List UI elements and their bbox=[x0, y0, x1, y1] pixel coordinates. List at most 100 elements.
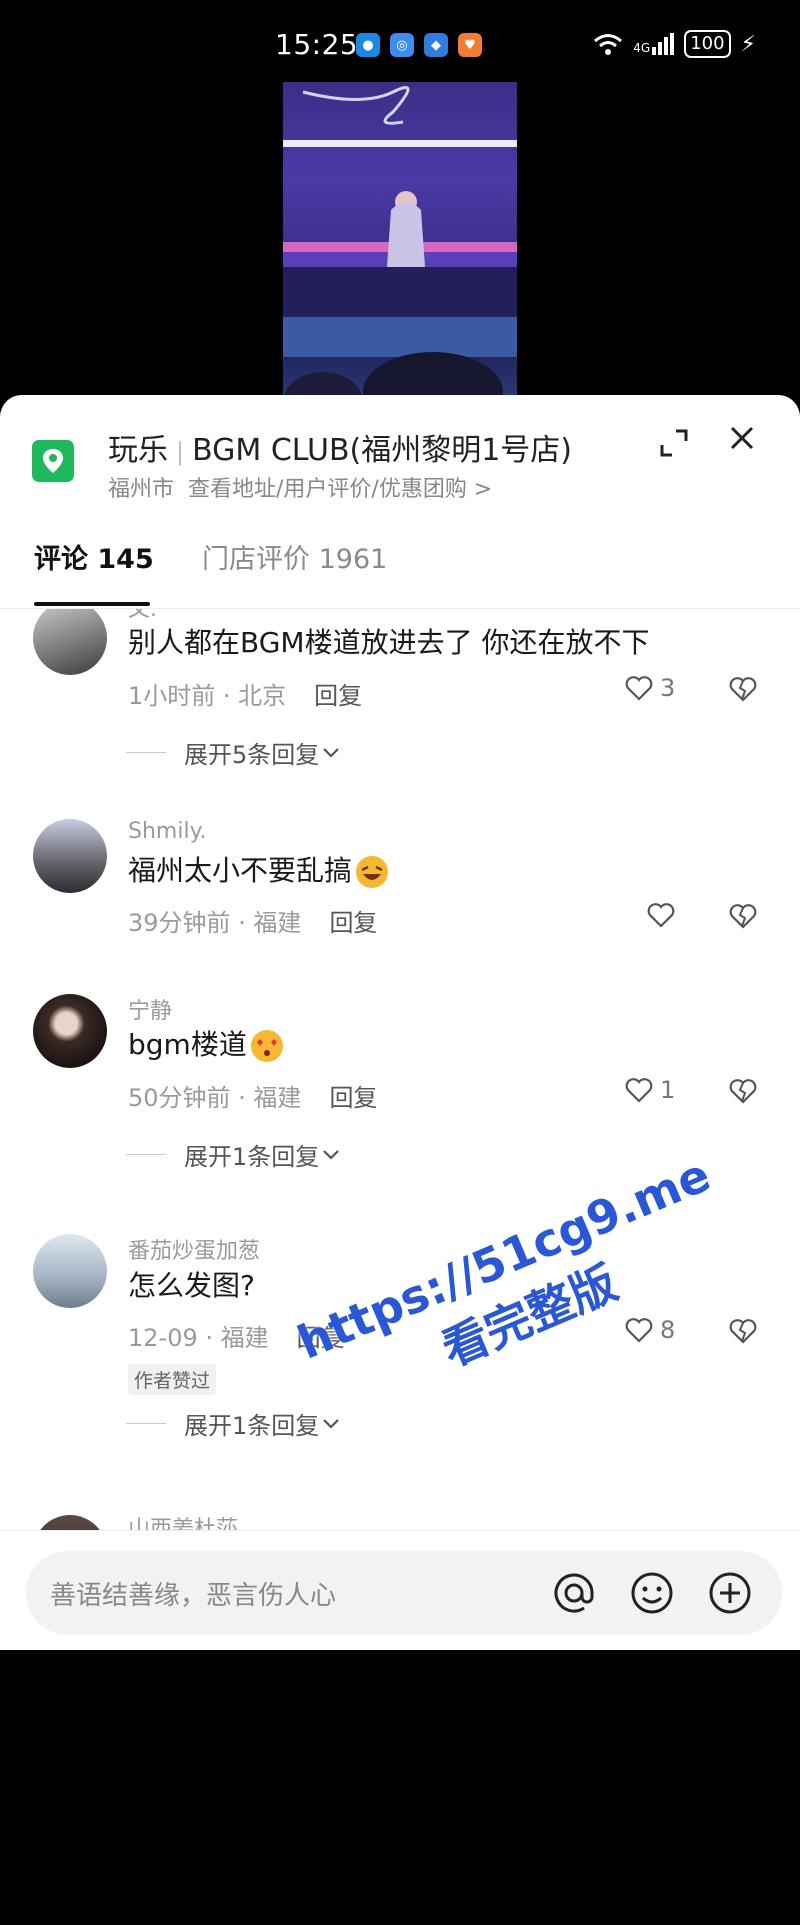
battery-indicator: 100 bbox=[684, 30, 731, 58]
comment-username[interactable]: 宁静 bbox=[128, 993, 172, 1025]
dislike-button[interactable] bbox=[728, 1317, 758, 1349]
tab-comments[interactable]: 评论 145 bbox=[34, 537, 154, 576]
signal-4g-icon: 4G bbox=[633, 33, 675, 55]
avatar[interactable] bbox=[33, 994, 107, 1068]
location-name: BGM CLUB(福州黎明1号店) bbox=[192, 433, 573, 468]
add-attachment-button[interactable] bbox=[706, 1569, 754, 1617]
status-bar: 15:25 ● ◎ ◆ ♥ 4G 100 ⚡ bbox=[0, 0, 800, 82]
heart-icon bbox=[625, 1078, 653, 1103]
smiley-icon bbox=[631, 1572, 673, 1614]
reply-button[interactable]: 回复 bbox=[329, 1084, 377, 1112]
author-liked-badge: 作者赞过 bbox=[128, 1364, 217, 1395]
avatar[interactable] bbox=[33, 819, 107, 893]
broken-heart-icon bbox=[729, 1319, 757, 1344]
heart-icon bbox=[625, 1318, 653, 1343]
like-button[interactable]: 8 bbox=[624, 1316, 675, 1344]
comment-text-content: 福州太小不要乱搞 bbox=[128, 854, 353, 887]
close-button[interactable] bbox=[724, 423, 760, 459]
chevron-down-icon bbox=[323, 1418, 340, 1429]
expand-replies-label: 展开1条回复 bbox=[184, 1143, 320, 1171]
plus-circle-icon bbox=[709, 1572, 751, 1614]
comment-text: bgm楼道 bbox=[128, 1023, 285, 1064]
location-title[interactable]: 玩乐 | BGM CLUB(福州黎明1号店) bbox=[108, 425, 572, 469]
comment-time: 50分钟前 · 福建 bbox=[128, 1084, 302, 1112]
broken-heart-icon bbox=[729, 904, 757, 929]
fullscreen-button[interactable] bbox=[656, 425, 692, 461]
comment-list[interactable]: 文. 别人都在BGM楼道放进去了 你还在放不下 1小时前 · 北京 回复 3 展开… bbox=[0, 609, 800, 1925]
status-time: 15:25 bbox=[275, 28, 359, 61]
expand-replies-label: 展开5条回复 bbox=[184, 741, 320, 769]
expand-icon bbox=[660, 429, 688, 457]
emoji-button[interactable] bbox=[628, 1569, 676, 1617]
comment-input-bar: 善语结善缘，恶言伤人心 bbox=[0, 1530, 800, 1650]
comment-text: 别人都在BGM楼道放进去了 你还在放不下 bbox=[128, 626, 650, 659]
comment-time: 12-09 · 福建 bbox=[128, 1324, 269, 1352]
charging-icon: ⚡ bbox=[740, 31, 756, 57]
dislike-button[interactable] bbox=[728, 1077, 758, 1109]
video-preview[interactable] bbox=[0, 82, 800, 400]
broken-heart-icon bbox=[729, 1079, 757, 1104]
message-app-icon: ● bbox=[356, 33, 380, 57]
cast-app-icon: ◎ bbox=[390, 33, 414, 57]
comment-username[interactable]: Shmily. bbox=[128, 819, 206, 844]
comment-meta: 39分钟前 · 福建 回复 bbox=[128, 903, 377, 938]
like-button[interactable]: 1 bbox=[624, 1076, 675, 1104]
title-separator: | bbox=[176, 438, 185, 466]
avatar[interactable] bbox=[33, 1234, 107, 1308]
dislike-button[interactable] bbox=[728, 675, 758, 707]
comment-time: 1小时前 · 北京 bbox=[128, 682, 287, 710]
comment-text: 怎么发图? bbox=[128, 1269, 255, 1302]
comment-text-content: bgm楼道 bbox=[128, 1028, 247, 1061]
wifi-icon bbox=[594, 34, 623, 55]
browser-app-icon: ◆ bbox=[424, 33, 448, 57]
expand-line bbox=[126, 1423, 166, 1424]
network-type: 4G bbox=[633, 41, 651, 55]
like-button[interactable]: 3 bbox=[624, 674, 675, 702]
heart-icon bbox=[625, 676, 653, 701]
tab-store-reviews[interactable]: 门店评价 1961 bbox=[202, 537, 387, 576]
location-city: 福州市 bbox=[108, 477, 175, 502]
comment-input[interactable]: 善语结善缘，恶言伤人心 bbox=[26, 1551, 782, 1635]
heart-eyes-emoji-icon bbox=[250, 1030, 283, 1062]
comment-meta: 1小时前 · 北京 回复 bbox=[128, 676, 362, 711]
status-app-icons: ● ◎ ◆ ♥ bbox=[356, 33, 482, 57]
like-count: 8 bbox=[660, 1316, 676, 1344]
like-count: 1 bbox=[660, 1076, 676, 1104]
comment-text: 福州太小不要乱搞 bbox=[128, 849, 390, 890]
comment-sheet: 玩乐 | BGM CLUB(福州黎明1号店) 福州市 查看地址/用户评价/优惠团购 … bbox=[0, 395, 800, 1649]
like-button[interactable] bbox=[646, 901, 676, 929]
chevron-down-icon bbox=[323, 1149, 340, 1160]
avatar[interactable] bbox=[33, 609, 107, 675]
concert-stage-image bbox=[283, 86, 517, 400]
comment-input-placeholder: 善语结善缘，恶言伤人心 bbox=[50, 1581, 337, 1611]
location-link[interactable]: 查看地址/用户评价/优惠团购 > bbox=[188, 477, 492, 502]
expand-line bbox=[126, 1154, 166, 1155]
laughing-emoji-icon bbox=[356, 856, 389, 888]
mention-button[interactable] bbox=[550, 1569, 598, 1617]
status-indicators: 4G 100 ⚡ bbox=[593, 30, 756, 58]
location-pin-icon bbox=[32, 440, 74, 482]
video-frame[interactable] bbox=[283, 82, 517, 400]
heart-icon bbox=[647, 903, 675, 928]
dislike-button[interactable] bbox=[728, 902, 758, 934]
expand-replies[interactable]: 展开1条回复 bbox=[126, 1406, 343, 1441]
location-subtitle[interactable]: 福州市 查看地址/用户评价/优惠团购 > bbox=[108, 471, 492, 503]
comment-meta: 12-09 · 福建 回复 bbox=[128, 1318, 345, 1353]
expand-replies[interactable]: 展开5条回复 bbox=[126, 735, 343, 770]
chevron-down-icon bbox=[323, 747, 340, 758]
health-app-icon: ♥ bbox=[458, 33, 482, 57]
comment-username[interactable]: 番茄炒蛋加葱 bbox=[128, 1233, 260, 1265]
active-tab-indicator bbox=[34, 602, 150, 606]
broken-heart-icon bbox=[729, 677, 757, 702]
at-sign-icon bbox=[554, 1573, 594, 1613]
reply-button[interactable]: 回复 bbox=[314, 682, 362, 710]
reply-button[interactable]: 回复 bbox=[297, 1324, 345, 1352]
reply-button[interactable]: 回复 bbox=[329, 909, 377, 937]
expand-replies[interactable]: 展开1条回复 bbox=[126, 1137, 343, 1172]
comment-meta: 50分钟前 · 福建 回复 bbox=[128, 1078, 377, 1113]
like-count: 3 bbox=[660, 674, 676, 702]
comment-time: 39分钟前 · 福建 bbox=[128, 909, 302, 937]
location-category: 玩乐 bbox=[108, 433, 168, 468]
close-icon bbox=[730, 426, 754, 450]
expand-line bbox=[126, 752, 166, 753]
